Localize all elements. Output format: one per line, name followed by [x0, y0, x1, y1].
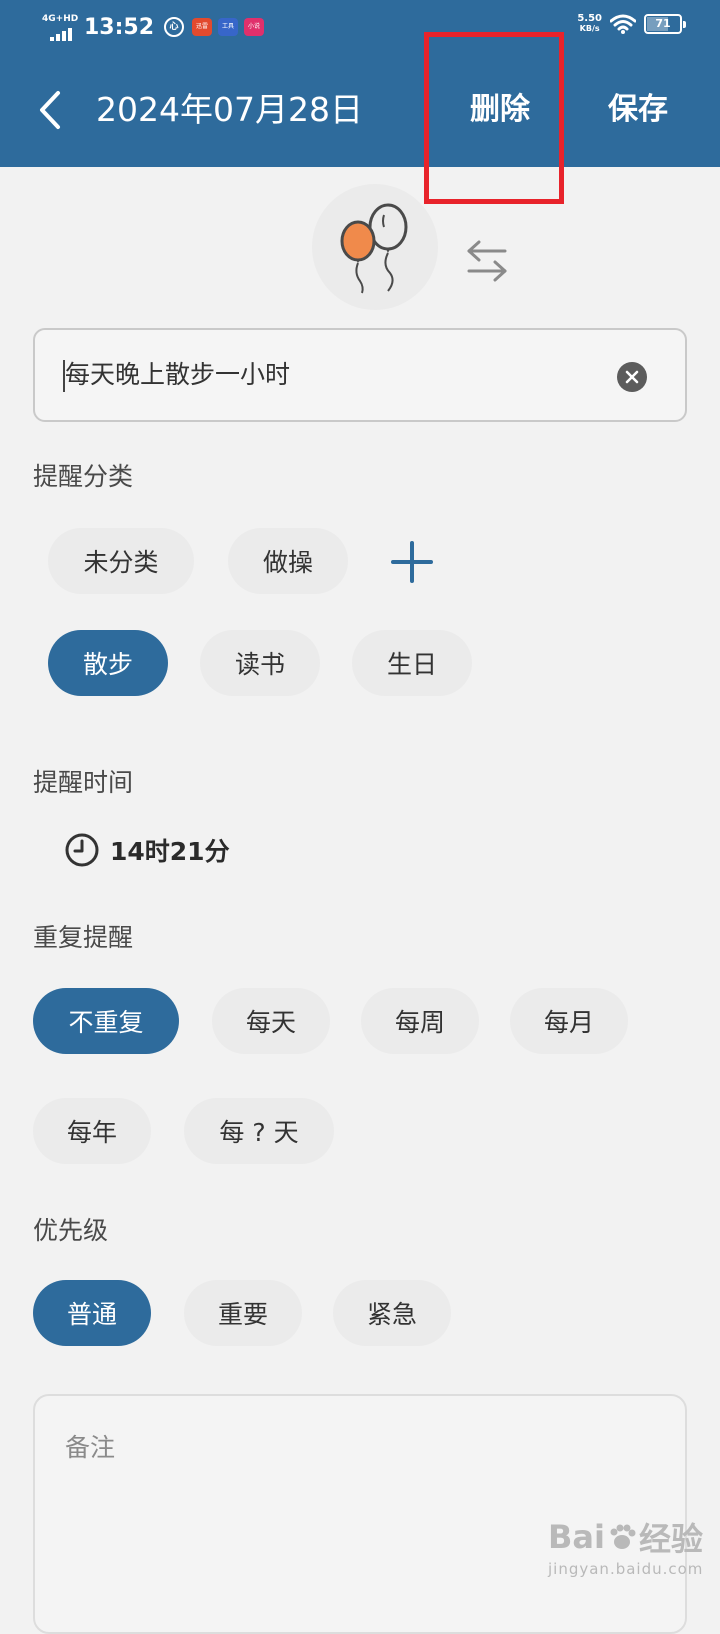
app-icon-red: 迅雷: [192, 18, 213, 36]
page-title: 2024年07月28日: [96, 90, 363, 129]
network-speed: 5.50 KB/s: [577, 14, 602, 34]
chevron-left-icon: [40, 91, 60, 129]
category-chip-uncategorized[interactable]: 未分类: [48, 528, 194, 594]
notes-placeholder: 备注: [65, 1433, 116, 1462]
add-category-button[interactable]: [388, 538, 436, 590]
reminder-time-picker[interactable]: 14时21分: [64, 832, 230, 868]
watermark-brand-suffix: 经验: [638, 1520, 703, 1558]
priority-chip-urgent[interactable]: 紧急: [333, 1280, 451, 1346]
reminder-title-value: 每天晚上散步一小时: [65, 360, 291, 389]
time-section-label: 提醒时间: [33, 768, 134, 797]
category-chip-exercise[interactable]: 做操: [228, 528, 348, 594]
swap-arrows-icon[interactable]: [465, 236, 509, 290]
status-bar-left: 4G+HD 13:52 心 迅雷 工具 小说: [40, 12, 270, 42]
wifi-icon: [610, 14, 636, 34]
priority-chip-important[interactable]: 重要: [184, 1280, 302, 1346]
repeat-chip-yearly[interactable]: 每年: [33, 1098, 151, 1164]
close-icon: [625, 370, 639, 384]
app-icon-pink: 小说: [244, 18, 265, 36]
balloons-icon: [340, 203, 408, 294]
repeat-chip-none[interactable]: 不重复: [33, 988, 179, 1054]
battery-icon: 71: [644, 14, 686, 34]
repeat-section-label: 重复提醒: [33, 923, 134, 952]
network-speed-value: 5.50: [577, 13, 602, 24]
baidu-watermark: Bai 经验 jingyan.baidu.com: [548, 1514, 703, 1578]
category-section-label: 提醒分类: [33, 462, 134, 491]
priority-section-label: 优先级: [33, 1216, 109, 1245]
back-button[interactable]: [30, 86, 70, 134]
priority-chip-normal[interactable]: 普通: [33, 1280, 151, 1346]
plus-icon: [391, 541, 433, 583]
clock-icon: [65, 833, 99, 867]
save-button[interactable]: 保存: [608, 88, 668, 132]
delete-button[interactable]: 删除: [470, 88, 530, 132]
category-chip-reading[interactable]: 读书: [200, 630, 320, 696]
status-bar: 4G+HD 13:52 心 迅雷 工具 小说 5.50 KB/s 71: [0, 0, 720, 56]
category-chip-birthday[interactable]: 生日: [352, 630, 472, 696]
app-header: 4G+HD 13:52 心 迅雷 工具 小说 5.50 KB/s 71 2024…: [0, 0, 720, 167]
clear-input-button[interactable]: [617, 362, 647, 392]
app-icon-blue: 工具: [218, 18, 239, 36]
reminder-title-input[interactable]: 每天晚上散步一小时: [33, 328, 687, 422]
signal-icon: 4G+HD: [40, 12, 80, 42]
battery-level: 71: [655, 17, 671, 30]
status-time: 13:52: [84, 14, 155, 40]
reminder-time-value: 14时21分: [110, 837, 230, 866]
reminder-icon-button[interactable]: [312, 184, 438, 310]
status-bar-right: 5.50 KB/s 71: [577, 14, 686, 34]
repeat-chip-daily[interactable]: 每天: [212, 988, 330, 1054]
watermark-brand: Bai: [548, 1518, 605, 1556]
network-speed-unit: KB/s: [579, 24, 600, 33]
repeat-chip-weekly[interactable]: 每周: [361, 988, 479, 1054]
repeat-chip-every-n-days[interactable]: 每 ? 天: [184, 1098, 334, 1164]
status-circle-icon: 心: [164, 17, 185, 37]
category-chip-walk[interactable]: 散步: [48, 630, 168, 696]
repeat-chip-monthly[interactable]: 每月: [510, 988, 628, 1054]
watermark-url: jingyan.baidu.com: [548, 1560, 704, 1578]
paw-icon: [610, 1524, 636, 1549]
network-type: 4G+HD: [42, 14, 79, 24]
